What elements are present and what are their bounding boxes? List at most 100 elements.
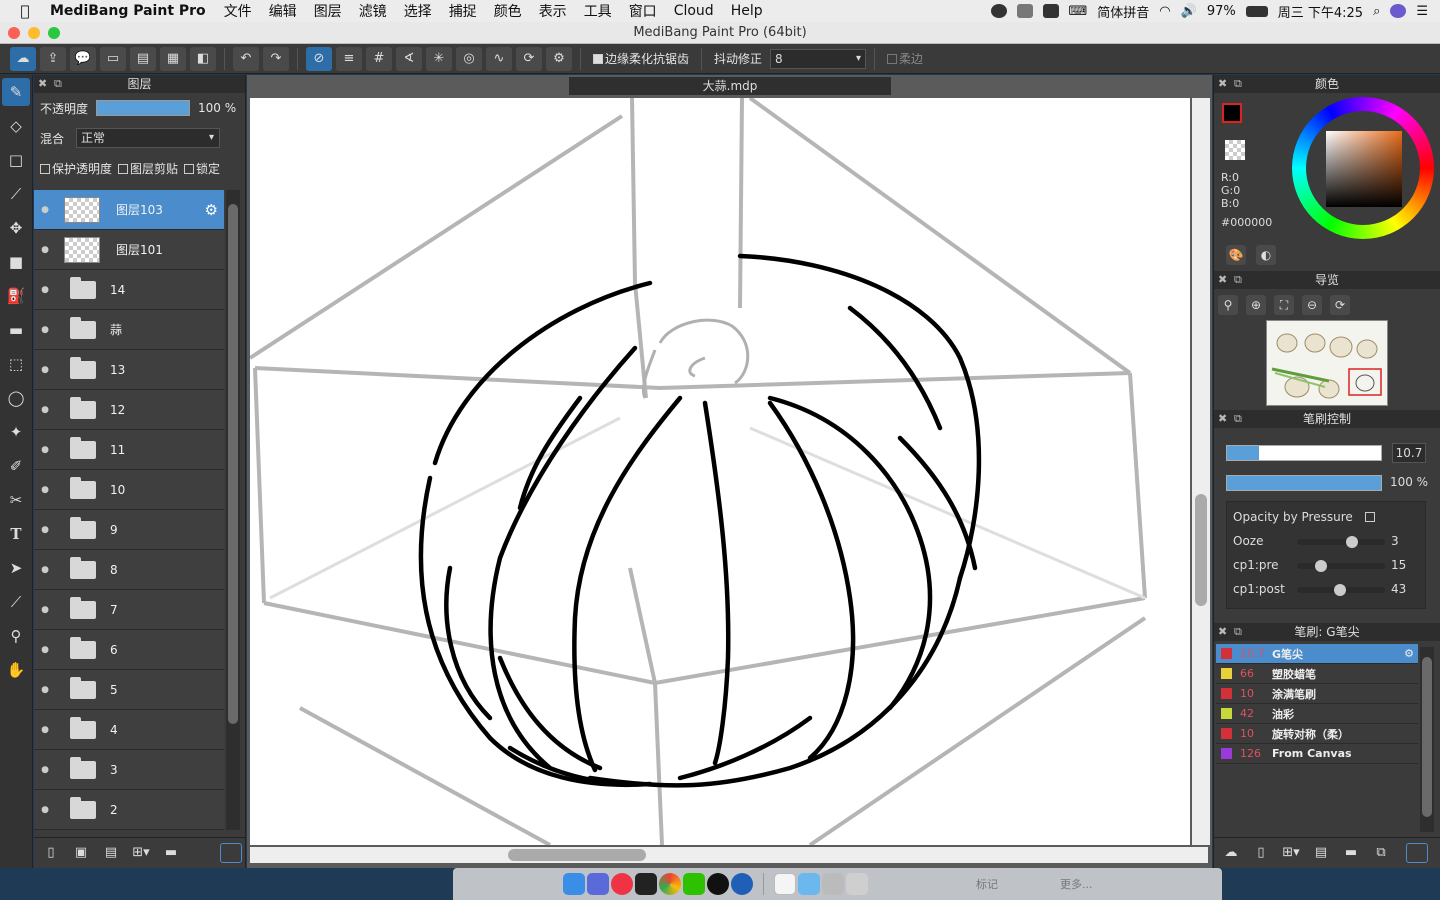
app-icon[interactable]	[635, 873, 657, 895]
opacity-pressure-checkbox[interactable]	[1364, 512, 1375, 522]
soft-edge-checkbox[interactable]: 柔边	[887, 50, 923, 67]
visibility-icon[interactable]: ●	[34, 205, 56, 215]
scrollbar-thumb[interactable]	[1422, 657, 1432, 817]
circle-snap-icon[interactable]: ◎	[456, 46, 482, 71]
select-pen-tool-icon[interactable]: ✐	[2, 452, 30, 480]
curve-snap-icon[interactable]: ∿	[486, 46, 512, 71]
brush-param-slider[interactable]	[1297, 560, 1385, 572]
layer-row[interactable]: ● 4	[34, 710, 224, 750]
medibang-icon[interactable]	[611, 873, 633, 895]
dock-label-more[interactable]: 更多...	[1060, 876, 1093, 892]
eyedropper-tool-icon[interactable]: ⚲	[2, 622, 30, 650]
brush-item[interactable]: 66 塑胶蜡笔	[1216, 664, 1418, 684]
finder-icon[interactable]	[563, 873, 585, 895]
move-tool-icon[interactable]: ✥	[2, 214, 30, 242]
scrollbar-thumb[interactable]	[1195, 494, 1207, 606]
brush-item[interactable]: 126 From Canvas	[1216, 744, 1418, 764]
canvas-vertical-scrollbar[interactable]	[1192, 98, 1210, 845]
parallel-snap-icon[interactable]: ≡	[336, 46, 362, 71]
brush-item[interactable]: 10 涂满笔刷	[1216, 684, 1418, 704]
zoom-out-icon[interactable]: ⊖	[1302, 295, 1322, 315]
volume-icon[interactable]: 🔊	[1181, 4, 1197, 19]
snap-off-icon[interactable]: ⊘	[306, 46, 332, 71]
layer-row[interactable]: ● 8	[34, 550, 224, 590]
zoom-window-button[interactable]	[48, 27, 60, 39]
layer-row[interactable]: ● 图层103 ⚙	[34, 190, 224, 230]
scrollbar-thumb[interactable]	[508, 849, 646, 861]
add-brush-icon[interactable]: ▯	[1250, 843, 1272, 863]
menu-layer[interactable]: 图层	[314, 1, 342, 21]
rotate-snap-icon[interactable]: ⟳	[516, 46, 542, 71]
quicktime-icon[interactable]	[731, 873, 753, 895]
brush-param-slider[interactable]	[1297, 536, 1385, 548]
brush-settings-icon[interactable]: ▤	[1310, 843, 1332, 863]
lasso-tool-icon[interactable]: ◯	[2, 384, 30, 412]
menu-edit[interactable]: 编辑	[269, 1, 297, 21]
new-layer-icon[interactable]: ▯	[40, 843, 62, 863]
slider-knob[interactable]	[1315, 560, 1328, 572]
navigator-thumbnail[interactable]	[1266, 320, 1388, 406]
zoom-view-icon[interactable]: ⚲	[1218, 295, 1238, 315]
visibility-icon[interactable]: ●	[34, 685, 56, 695]
select-rect-tool-icon[interactable]: ⬚	[2, 350, 30, 378]
dock-label-tags[interactable]: 标记	[976, 876, 998, 892]
layer-row[interactable]: ● 2	[34, 790, 224, 830]
radial-snap-icon[interactable]: ✳	[426, 46, 452, 71]
grid-snap-icon[interactable]: #	[366, 46, 392, 71]
layer-list-scrollbar[interactable]	[226, 190, 240, 830]
antialias-check-icon[interactable]	[593, 54, 603, 64]
soft-edge-check-icon[interactable]	[887, 54, 898, 64]
downloads-icon[interactable]	[822, 873, 844, 895]
layer-more-icon[interactable]	[220, 842, 242, 863]
close-icon[interactable]: ✖	[1218, 271, 1227, 289]
slider-knob[interactable]	[1346, 536, 1359, 548]
notification-icon[interactable]	[1016, 4, 1033, 18]
battery-percent[interactable]: 97%	[1207, 4, 1236, 19]
detach-icon[interactable]: ⧉	[1234, 623, 1242, 641]
visibility-icon[interactable]: ●	[34, 605, 56, 615]
layer-row[interactable]: ● 11	[34, 430, 224, 470]
eraser-tool-icon[interactable]: ◇	[2, 112, 30, 140]
redo-icon[interactable]: ↷	[263, 46, 289, 71]
new-halftone-layer-icon[interactable]: ▣	[70, 843, 92, 863]
visibility-icon[interactable]: ●	[34, 365, 56, 375]
input-method-icon[interactable]: ⌨	[1069, 4, 1088, 19]
bucket-tool-icon[interactable]: ⛽	[2, 282, 30, 310]
close-icon[interactable]: ✖	[1218, 75, 1227, 93]
duplicate-brush-icon[interactable]: ⧉	[1370, 843, 1392, 863]
stabilizer-dropdown[interactable]: 8	[770, 48, 867, 69]
canvas-horizontal-scrollbar[interactable]	[250, 847, 1208, 863]
antialias-checkbox[interactable]: 边缘柔化抗锯齿	[593, 50, 689, 67]
foreground-color-swatch[interactable]	[1222, 103, 1242, 123]
line-tool-icon[interactable]: ⟋	[2, 180, 30, 208]
cloud-brush-icon[interactable]: ☁	[1220, 843, 1242, 863]
dot-tool-icon[interactable]: □	[2, 146, 30, 174]
comment-icon[interactable]: ▭	[100, 46, 126, 71]
menu-filter[interactable]: 滤镜	[359, 1, 387, 21]
palette-icon[interactable]: 🎨	[1226, 245, 1246, 265]
wifi-icon[interactable]: ◠	[1159, 4, 1170, 19]
visibility-icon[interactable]: ●	[34, 525, 56, 535]
settings-snap-icon[interactable]: ⚙	[546, 46, 572, 71]
minimize-window-button[interactable]	[28, 27, 40, 39]
magic-wand-tool-icon[interactable]: ✦	[2, 418, 30, 446]
layer-opacity-slider[interactable]	[96, 100, 191, 116]
brush-item[interactable]: 10.7 G笔尖 ⚙	[1216, 644, 1418, 664]
undo-icon[interactable]: ↶	[233, 46, 259, 71]
input-method-label[interactable]: 简体拼音	[1097, 2, 1149, 21]
close-icon[interactable]: ✖	[38, 75, 47, 93]
page-icon[interactable]: ▤	[130, 46, 156, 71]
apple-icon[interactable]: 	[0, 2, 50, 20]
brush-list-scrollbar[interactable]	[1420, 647, 1434, 832]
share-icon[interactable]: ⇪	[40, 46, 66, 71]
visibility-icon[interactable]: ●	[34, 445, 56, 455]
visibility-icon[interactable]: ●	[34, 645, 56, 655]
protect-alpha-check-icon[interactable]	[40, 163, 50, 174]
brush-item[interactable]: 10 旋转对称（柔）	[1216, 724, 1418, 744]
wechat-icon[interactable]	[1042, 4, 1059, 18]
document-tab[interactable]: 大蒜.mdp	[569, 77, 891, 95]
layer-row[interactable]: ● 12	[34, 390, 224, 430]
visibility-icon[interactable]: ●	[34, 805, 56, 815]
perspective-snap-icon[interactable]: ∢	[396, 46, 422, 71]
new-8bit-layer-icon[interactable]: ▤	[100, 843, 122, 863]
